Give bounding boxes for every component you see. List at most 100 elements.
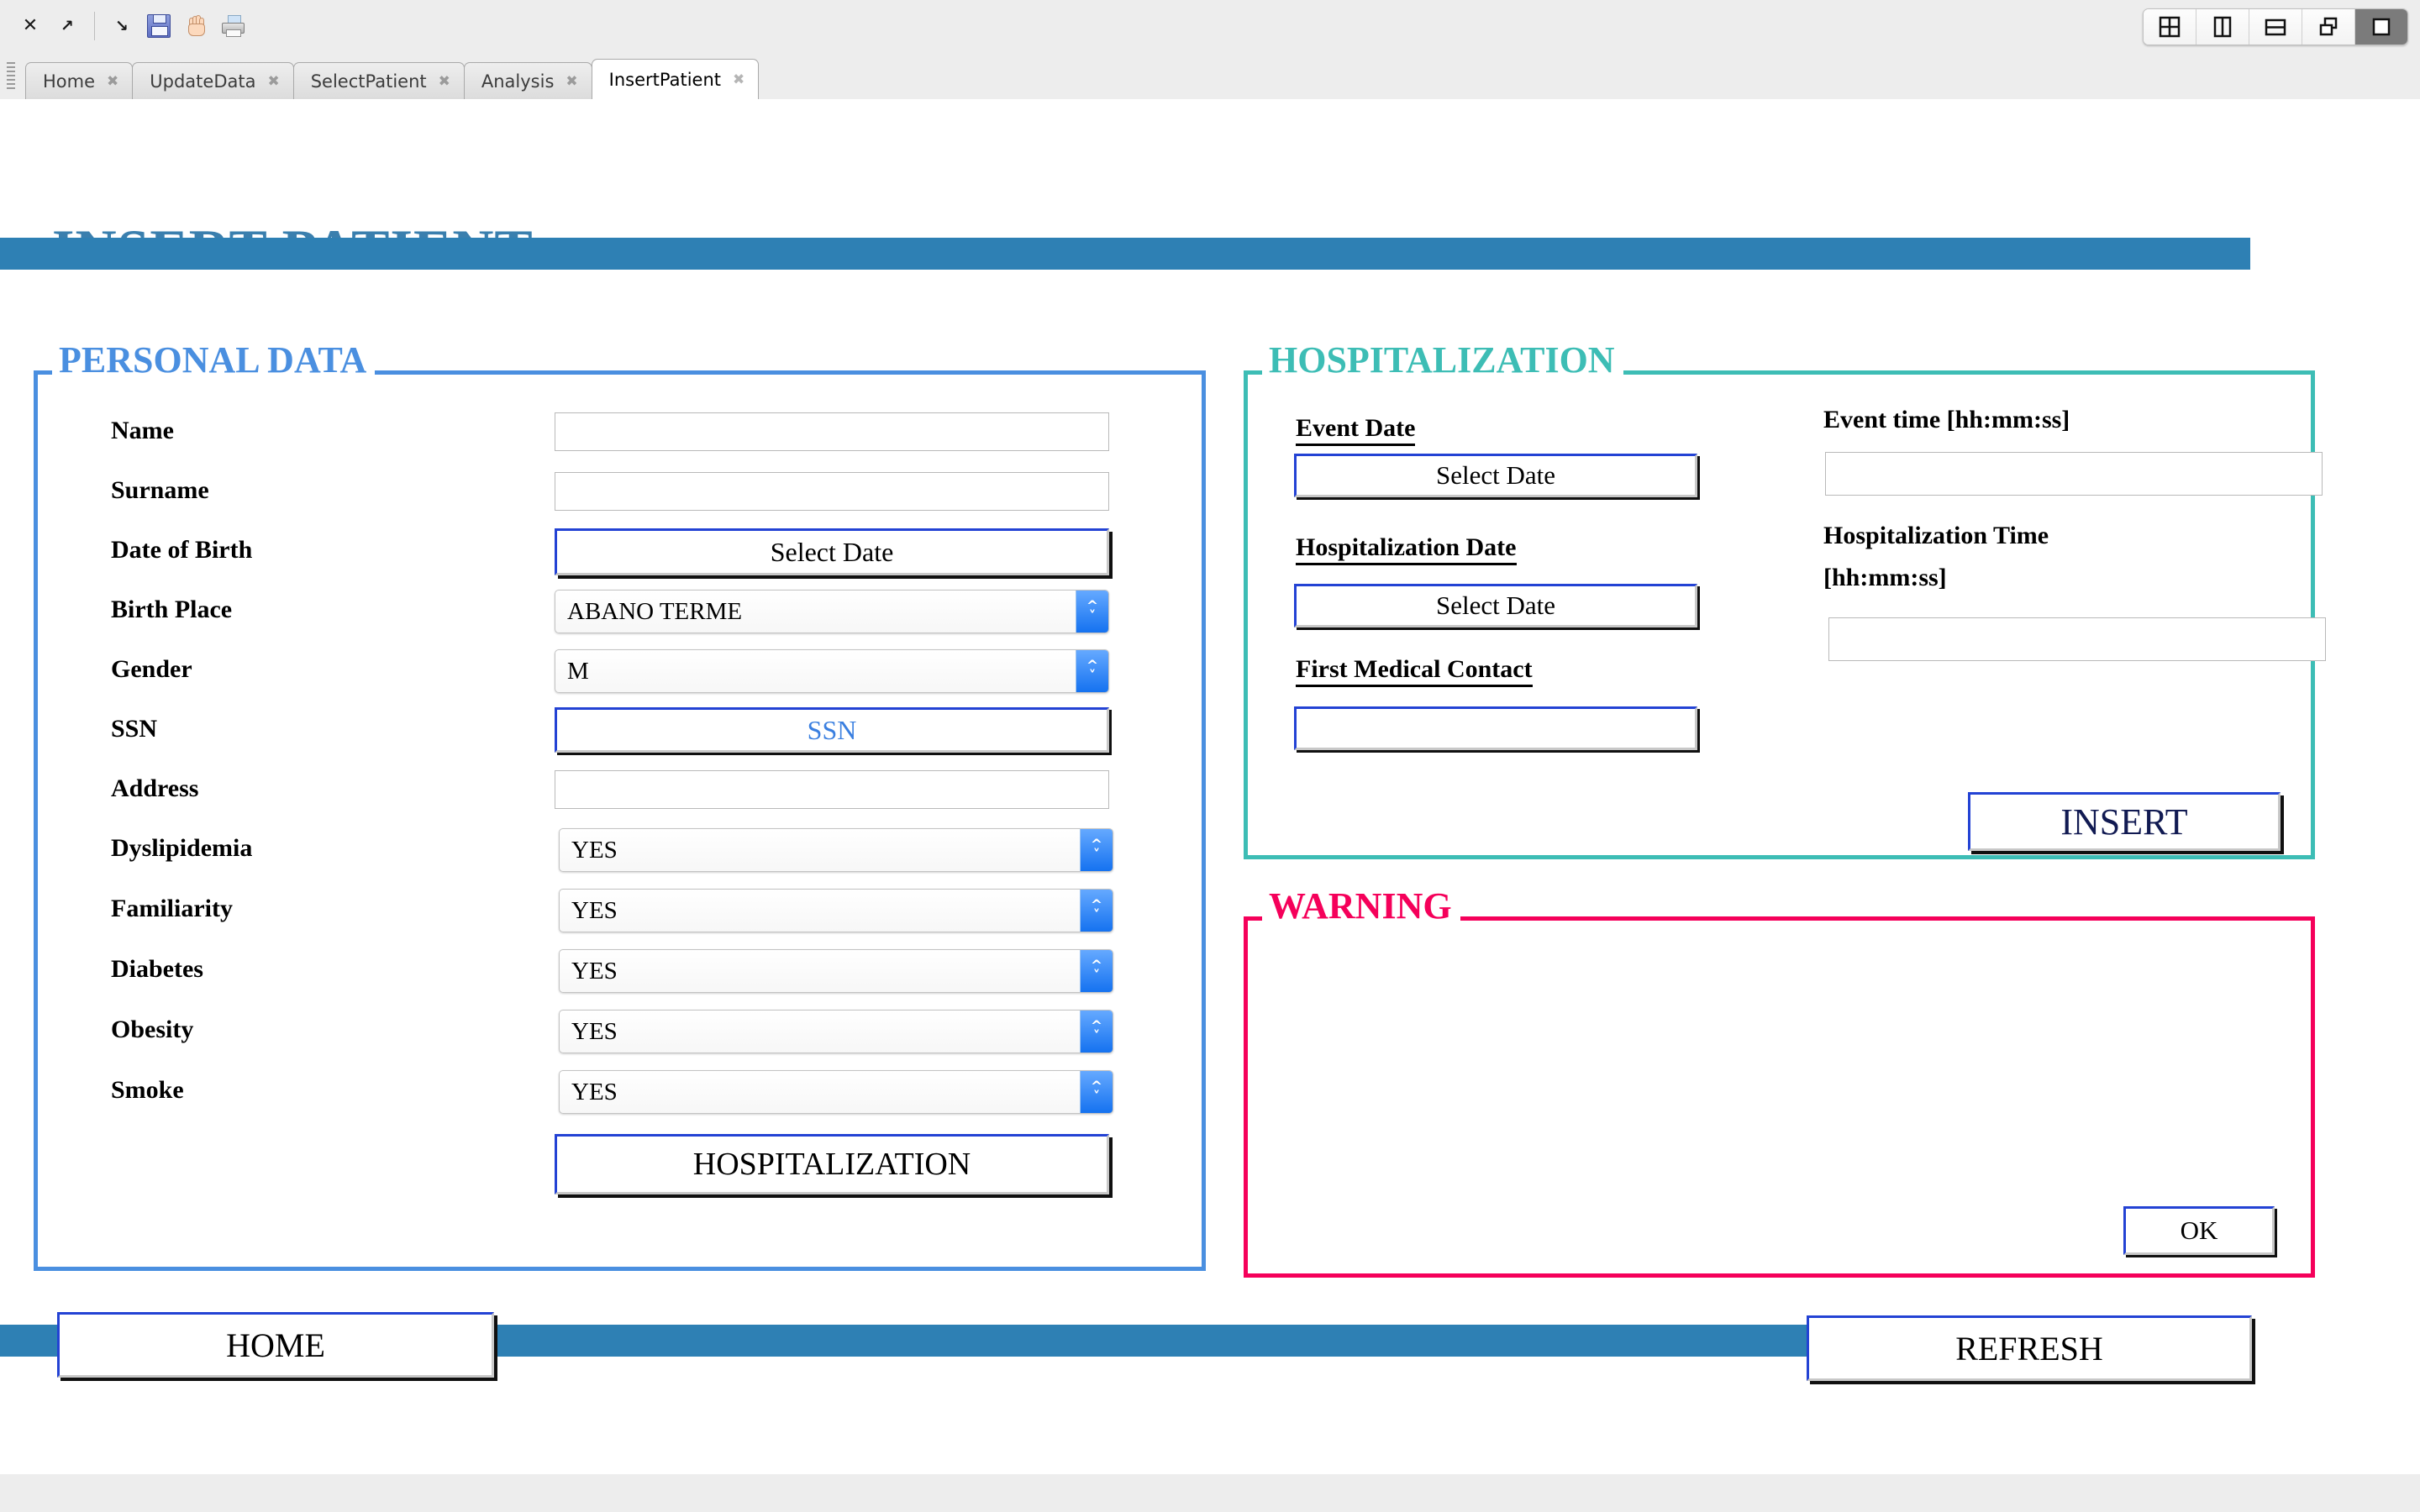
chevron-up-down-icon[interactable]: ^ ˅ bbox=[1076, 591, 1108, 633]
tab-bar-grip[interactable] bbox=[7, 62, 15, 91]
gender-label: Gender bbox=[111, 655, 192, 683]
hospitalization-date-label: Hospitalization Date bbox=[1296, 533, 1517, 565]
smoke-label: Smoke bbox=[111, 1076, 184, 1104]
insert-button[interactable]: INSERT bbox=[1968, 792, 2281, 851]
dock-arrow-icon[interactable]: ↘ bbox=[103, 8, 140, 45]
address-label: Address bbox=[111, 774, 199, 802]
undock-arrow-icon[interactable]: ↗ bbox=[49, 8, 86, 45]
hospitalization-panel: HOSPITALIZATION Event Date Select Date H… bbox=[1244, 342, 2326, 859]
tab-selectpatient[interactable]: SelectPatient ✖ bbox=[292, 62, 465, 99]
pan-hand-icon[interactable] bbox=[177, 8, 214, 45]
field-row-gender: Gender M ^ ˅ bbox=[34, 646, 1206, 693]
diabetes-combobox[interactable]: YES ^ ˅ bbox=[559, 949, 1113, 993]
surname-input[interactable] bbox=[555, 472, 1109, 511]
hospitalization-time-input[interactable] bbox=[1828, 617, 2326, 661]
dyslipidemia-label: Dyslipidemia bbox=[111, 834, 253, 862]
field-row-surname: Surname bbox=[34, 467, 1206, 514]
hospitalization-button[interactable]: HOSPITALIZATION bbox=[555, 1134, 1109, 1194]
tab-label: InsertPatient bbox=[608, 69, 722, 90]
warning-message bbox=[1269, 952, 2290, 1168]
ok-button[interactable]: OK bbox=[2123, 1206, 2275, 1255]
layout-two-rows-button[interactable] bbox=[2249, 9, 2302, 45]
chevron-up-down-icon[interactable]: ^ ˅ bbox=[1080, 890, 1113, 932]
warning-legend: WARNING bbox=[1262, 888, 1460, 925]
hospitalization-time-label-line1: Hospitalization Time bbox=[1823, 522, 2049, 549]
gender-combobox[interactable]: M ^ ˅ bbox=[555, 649, 1109, 693]
accent-bar-top bbox=[0, 238, 2250, 270]
close-icon[interactable]: ✖ bbox=[566, 73, 577, 90]
tab-updatedata[interactable]: UpdateData ✖ bbox=[132, 62, 294, 99]
field-row-birth-place: Birth Place ABANO TERME ^ ˅ bbox=[34, 586, 1206, 633]
hospitalization-time-label-line2: [hh:mm:ss] bbox=[1823, 564, 1947, 591]
dyslipidemia-combobox[interactable]: YES ^ ˅ bbox=[559, 828, 1113, 872]
layout-single-button[interactable] bbox=[2355, 9, 2407, 45]
gender-value: M bbox=[567, 657, 589, 685]
layout-two-columns-button[interactable] bbox=[2196, 9, 2249, 45]
birth-place-combobox[interactable]: ABANO TERME ^ ˅ bbox=[555, 590, 1109, 633]
event-time-input[interactable] bbox=[1825, 452, 2323, 496]
surname-label: Surname bbox=[111, 476, 209, 504]
close-arrow-icon[interactable]: ✕ bbox=[12, 8, 49, 45]
toolbar-divider bbox=[94, 12, 95, 40]
smoke-combobox[interactable]: YES ^ ˅ bbox=[559, 1070, 1113, 1114]
event-date-select-date-button[interactable]: Select Date bbox=[1294, 454, 1697, 497]
chevron-up-down-icon[interactable]: ^ ˅ bbox=[1080, 1011, 1113, 1053]
home-button[interactable]: HOME bbox=[57, 1312, 494, 1378]
date-of-birth-select-date-button[interactable]: Select Date bbox=[555, 528, 1109, 575]
chevron-up-down-icon[interactable]: ^ ˅ bbox=[1080, 829, 1113, 871]
tab-label: Analysis bbox=[481, 71, 555, 92]
close-icon[interactable]: ✖ bbox=[107, 73, 118, 90]
field-row-smoke: Smoke YES ^ ˅ bbox=[34, 1067, 1206, 1114]
hospitalization-legend: HOSPITALIZATION bbox=[1262, 342, 1623, 379]
date-of-birth-label: Date of Birth bbox=[111, 536, 253, 564]
toolbar: ✕ ↗ ↘ bbox=[0, 0, 2420, 53]
close-icon[interactable]: ✖ bbox=[733, 71, 744, 88]
diabetes-label: Diabetes bbox=[111, 955, 203, 983]
save-icon[interactable] bbox=[140, 8, 177, 45]
page-canvas: INSERT PATIENT PERSONAL DATA Name Surnam… bbox=[0, 99, 2420, 1474]
field-row-dyslipidemia: Dyslipidemia YES ^ ˅ bbox=[34, 825, 1206, 872]
name-input[interactable] bbox=[555, 412, 1109, 451]
birth-place-label: Birth Place bbox=[111, 596, 233, 623]
first-medical-contact-label: First Medical Contact bbox=[1296, 655, 1533, 687]
tab-analysis[interactable]: Analysis ✖ bbox=[463, 62, 592, 99]
chevron-up-down-icon[interactable]: ^ ˅ bbox=[1076, 650, 1108, 692]
chevron-up-down-icon[interactable]: ^ ˅ bbox=[1080, 950, 1113, 992]
layout-cascade-button[interactable] bbox=[2302, 9, 2355, 45]
field-row-diabetes: Diabetes YES ^ ˅ bbox=[34, 946, 1206, 993]
refresh-button[interactable]: REFRESH bbox=[1807, 1315, 2252, 1381]
obesity-value: YES bbox=[571, 1017, 618, 1045]
name-label: Name bbox=[111, 417, 174, 444]
layout-grid-button[interactable] bbox=[2144, 9, 2196, 45]
toolbar-icon-group: ✕ ↗ ↘ bbox=[12, 0, 251, 52]
personal-data-legend: PERSONAL DATA bbox=[52, 342, 376, 379]
diabetes-value: YES bbox=[571, 957, 618, 984]
layout-buttons-group bbox=[2143, 8, 2408, 45]
event-date-label: Event Date bbox=[1296, 414, 1416, 446]
event-time-label: Event time [hh:mm:ss] bbox=[1823, 406, 2070, 433]
address-input[interactable] bbox=[555, 770, 1109, 809]
print-icon[interactable] bbox=[214, 8, 251, 45]
ssn-label: SSN bbox=[111, 715, 158, 743]
birth-place-value: ABANO TERME bbox=[567, 597, 743, 625]
hospitalization-date-select-date-button[interactable]: Select Date bbox=[1294, 584, 1697, 627]
familiarity-value: YES bbox=[571, 896, 618, 924]
tab-label: Home bbox=[43, 71, 96, 92]
first-medical-contact-input[interactable] bbox=[1294, 706, 1697, 750]
close-icon[interactable]: ✖ bbox=[439, 73, 450, 90]
chevron-up-down-icon[interactable]: ^ ˅ bbox=[1080, 1071, 1113, 1113]
ssn-button[interactable]: SSN bbox=[555, 707, 1109, 753]
familiarity-combobox[interactable]: YES ^ ˅ bbox=[559, 889, 1113, 932]
tab-label: UpdateData bbox=[150, 71, 256, 92]
familiarity-label: Familiarity bbox=[111, 895, 233, 922]
field-row-familiarity: Familiarity YES ^ ˅ bbox=[34, 885, 1206, 932]
tab-label: SelectPatient bbox=[310, 71, 427, 92]
tab-bar: Home ✖ UpdateData ✖ SelectPatient ✖ Anal… bbox=[0, 52, 2420, 100]
close-icon[interactable]: ✖ bbox=[267, 73, 279, 90]
tab-insertpatient[interactable]: InsertPatient ✖ bbox=[591, 59, 760, 99]
field-row-obesity: Obesity YES ^ ˅ bbox=[34, 1006, 1206, 1053]
tab-home[interactable]: Home ✖ bbox=[25, 62, 134, 99]
field-row-ssn: SSN SSN bbox=[34, 706, 1206, 753]
obesity-combobox[interactable]: YES ^ ˅ bbox=[559, 1010, 1113, 1053]
field-row-date-of-birth: Date of Birth Select Date bbox=[34, 527, 1206, 575]
